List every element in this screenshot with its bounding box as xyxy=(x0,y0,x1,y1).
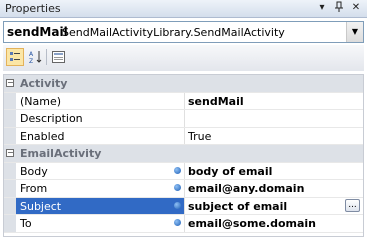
alphabetical-sort-icon[interactable]: AZ xyxy=(27,48,45,66)
collapse-icon[interactable]: − xyxy=(6,149,14,157)
property-row-description[interactable]: Description xyxy=(4,110,363,128)
property-row-to[interactable]: To email@some.domain xyxy=(4,215,363,233)
property-value[interactable]: email@some.domain xyxy=(188,217,316,230)
property-pages-icon[interactable] xyxy=(49,48,67,66)
binding-icon[interactable] xyxy=(174,201,181,209)
property-name: From xyxy=(20,182,48,195)
property-value[interactable]: subject of email xyxy=(188,200,287,213)
selected-object-type: SendMailActivityLibrary.SendMailActivity xyxy=(62,26,285,39)
dropdown-arrow-icon[interactable]: ▾ xyxy=(315,1,329,15)
ellipsis-button[interactable]: ... xyxy=(345,198,360,212)
binding-icon[interactable] xyxy=(174,166,181,174)
property-row-from[interactable]: From email@any.domain xyxy=(4,180,363,198)
property-row-name[interactable]: (Name) sendMail xyxy=(4,92,363,110)
close-icon[interactable]: ✕ xyxy=(349,1,363,15)
category-row-emailactivity[interactable]: − EmailActivity xyxy=(4,145,363,163)
property-name: (Name) xyxy=(20,94,62,108)
category-label: EmailActivity xyxy=(20,147,102,160)
property-value[interactable]: email@any.domain xyxy=(188,182,304,195)
property-name: Subject xyxy=(18,199,64,213)
property-name: Enabled xyxy=(20,129,65,143)
category-row-activity[interactable]: − Activity xyxy=(4,75,363,93)
property-row-enabled[interactable]: Enabled True xyxy=(4,127,363,145)
selector-dropdown-arrow-icon[interactable]: ▼ xyxy=(346,22,363,42)
title-bar: Properties ▾ ✕ xyxy=(0,0,367,18)
title-bar-buttons: ▾ ✕ xyxy=(315,1,363,15)
selected-object-name: sendMail xyxy=(7,25,68,39)
collapse-icon[interactable]: − xyxy=(6,79,14,87)
property-value[interactable]: True xyxy=(188,130,211,143)
toolbar-separator xyxy=(46,49,47,65)
property-row-subject[interactable]: Subject subject of email ... xyxy=(4,197,363,215)
window-title: Properties xyxy=(5,2,61,15)
property-name: Description xyxy=(20,112,83,125)
pin-icon[interactable] xyxy=(332,1,346,15)
property-name: To xyxy=(20,217,32,230)
svg-text:Z: Z xyxy=(29,58,33,64)
binding-icon[interactable] xyxy=(174,184,181,191)
properties-toolbar: AZ xyxy=(3,45,364,71)
category-label: Activity xyxy=(20,77,68,90)
property-value[interactable]: body of email xyxy=(188,165,272,178)
object-selector[interactable]: sendMail SendMailActivityLibrary.SendMai… xyxy=(3,21,364,43)
property-name: Body xyxy=(20,164,48,178)
property-grid: − Activity (Name) sendMail Description E… xyxy=(3,74,364,237)
property-row-body[interactable]: Body body of email xyxy=(4,162,363,180)
categorized-icon[interactable] xyxy=(6,48,24,66)
property-value[interactable]: sendMail xyxy=(188,95,244,108)
binding-icon[interactable] xyxy=(174,219,181,226)
svg-text:A: A xyxy=(29,51,34,58)
